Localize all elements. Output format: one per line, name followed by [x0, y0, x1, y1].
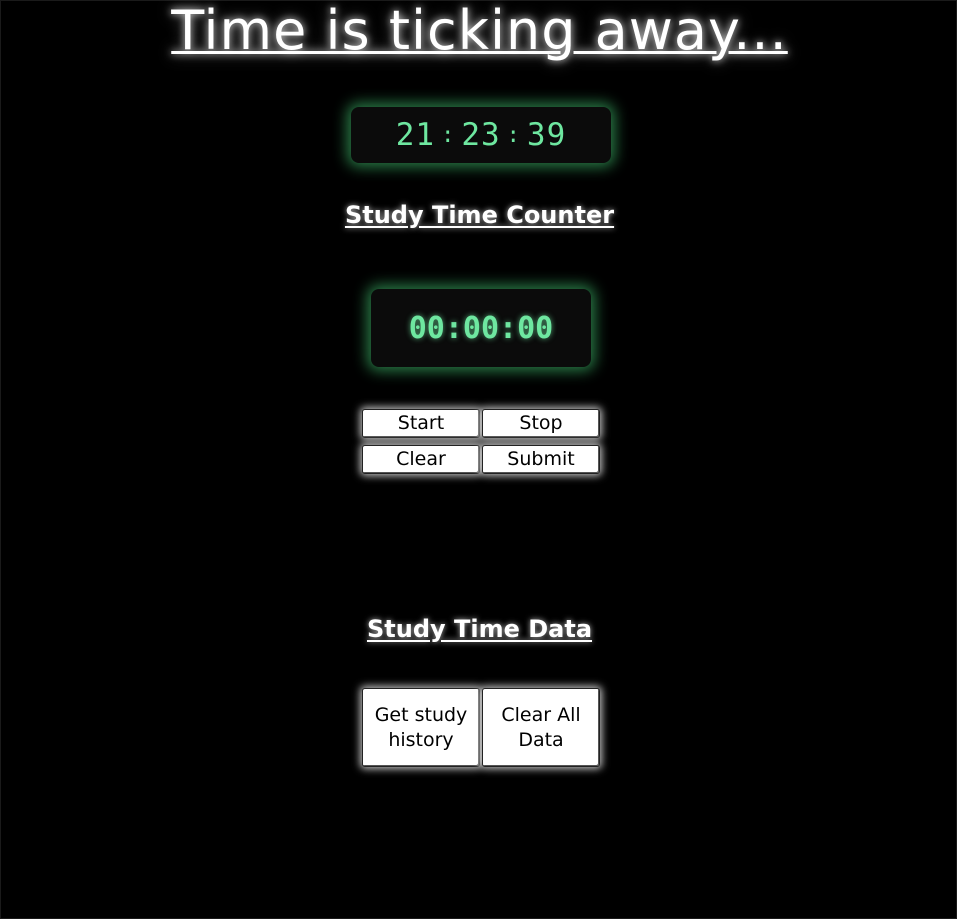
clear-button[interactable]: Clear	[362, 445, 480, 474]
start-button[interactable]: Start	[362, 409, 480, 438]
study-timer-display: 00:00:00	[371, 289, 591, 367]
stop-button[interactable]: Stop	[482, 409, 600, 438]
study-time-data-heading: Study Time Data	[366, 615, 593, 643]
submit-button[interactable]: Submit	[482, 445, 600, 474]
clock-minutes: 23	[461, 117, 501, 153]
clock-seconds: 39	[526, 117, 567, 153]
page-title: Time is ticking away...	[171, 0, 788, 62]
clock-separator: :	[441, 122, 456, 148]
clock-separator: :	[506, 122, 521, 148]
clear-all-data-button[interactable]: Clear All Data	[482, 688, 600, 767]
page: Time is ticking away... 21 : 23 : 39 Stu…	[0, 0, 957, 919]
get-study-history-button[interactable]: Get study history	[362, 688, 480, 767]
study-time-counter-heading: Study Time Counter	[344, 201, 615, 229]
clock-hours: 21	[395, 117, 436, 153]
current-time-clock: 21 : 23 : 39	[351, 107, 611, 163]
